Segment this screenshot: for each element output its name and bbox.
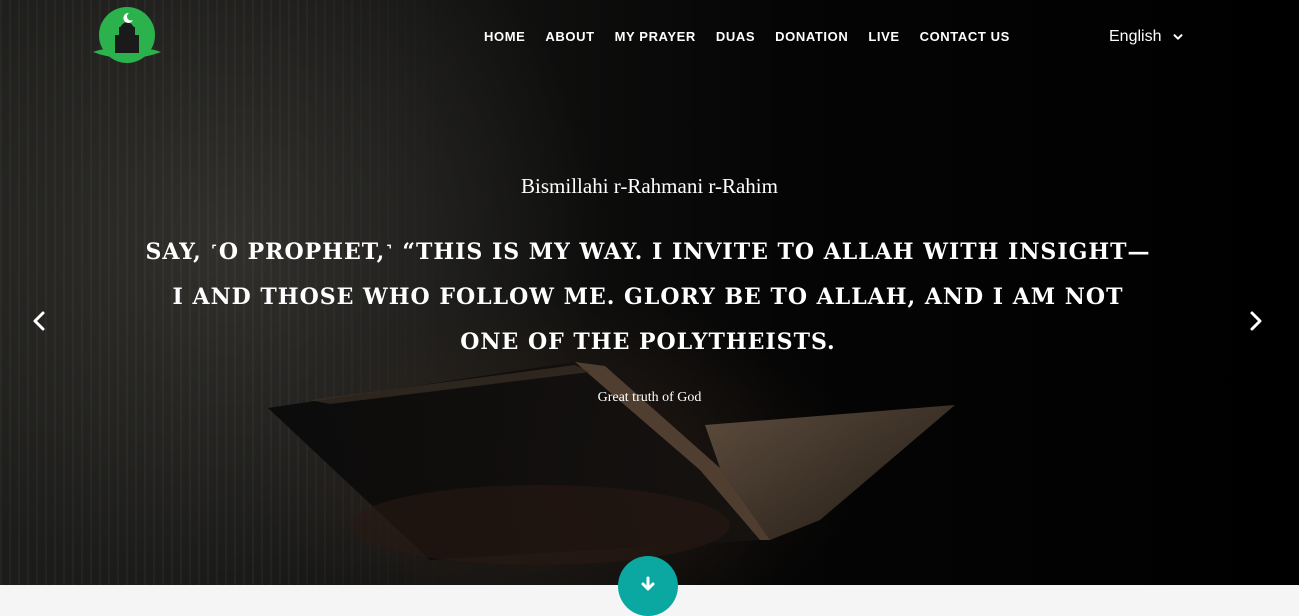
hero-citation: Great truth of God bbox=[597, 390, 702, 405]
arrow-down-icon bbox=[641, 576, 655, 591]
language-selected: English bbox=[1109, 28, 1162, 45]
nav-item-home[interactable]: HOME bbox=[474, 28, 535, 45]
mosque-logo-icon bbox=[93, 7, 161, 63]
slider-prev-button[interactable] bbox=[24, 306, 54, 336]
chevron-down-icon bbox=[1173, 34, 1183, 40]
hero-slider: HOME ABOUT MY PRAYER DUAS DONATION LIVE … bbox=[0, 0, 1299, 585]
nav-item-duas[interactable]: DUAS bbox=[706, 28, 765, 45]
slider-next-button[interactable] bbox=[1241, 306, 1271, 336]
nav-item-my-prayer[interactable]: MY PRAYER bbox=[605, 28, 706, 45]
chevron-left-icon bbox=[33, 311, 45, 331]
nav-item-contact-us[interactable]: CONTACT US bbox=[910, 28, 1020, 45]
language-selector[interactable]: English bbox=[1109, 28, 1199, 46]
chevron-right-icon bbox=[1250, 311, 1262, 331]
nav-item-live[interactable]: LIVE bbox=[858, 28, 909, 45]
nav-item-about[interactable]: ABOUT bbox=[535, 28, 604, 45]
hero-quote: SAY, ˹O PROPHET,˺ “THIS IS MY WAY. I INV… bbox=[145, 239, 1151, 355]
nav-item-donation[interactable]: DONATION bbox=[765, 28, 858, 45]
scroll-down-button[interactable] bbox=[618, 556, 678, 616]
main-nav: HOME ABOUT MY PRAYER DUAS DONATION LIVE … bbox=[474, 28, 1020, 45]
hero-subtitle: Bismillahi r-Rahmani r-Rahim bbox=[521, 174, 778, 198]
site-logo[interactable] bbox=[91, 7, 163, 65]
